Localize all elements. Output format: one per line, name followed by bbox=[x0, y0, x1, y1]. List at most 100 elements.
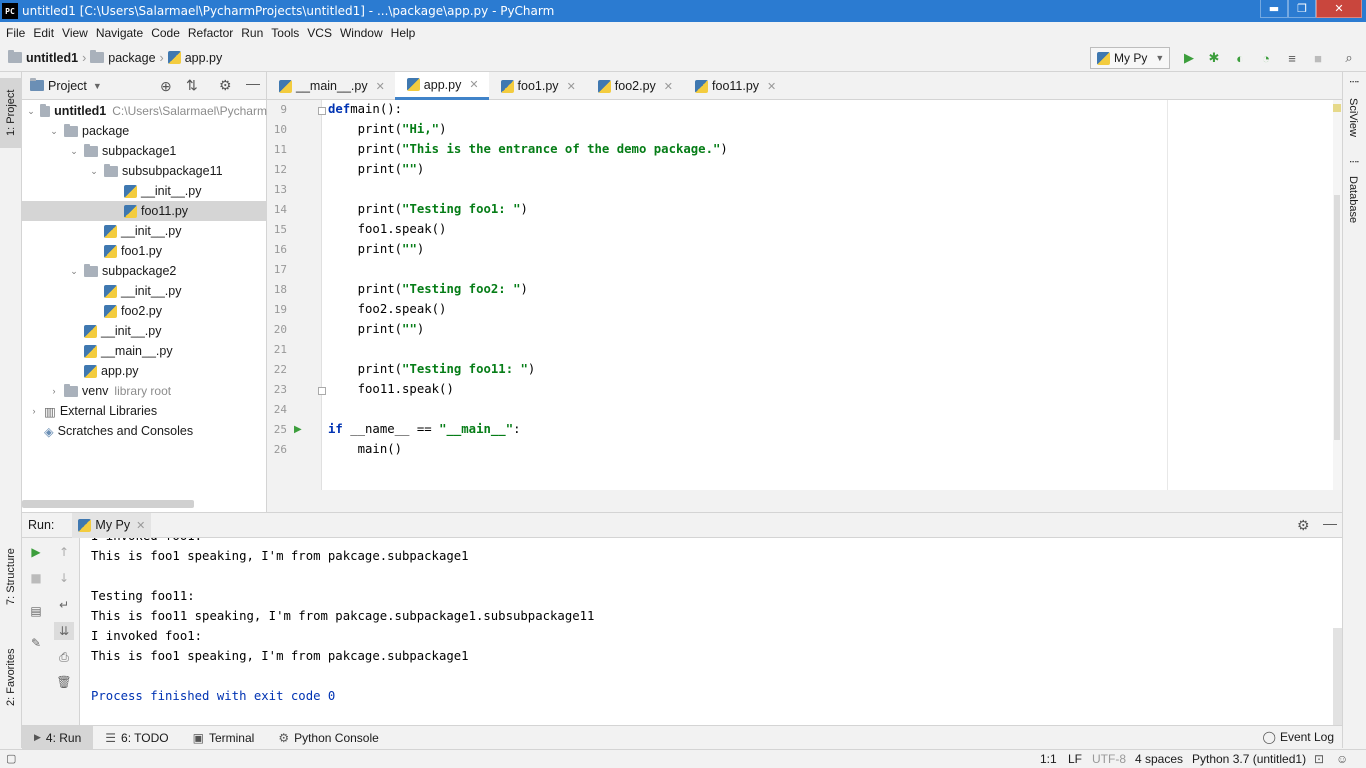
line-separator[interactable]: LF bbox=[1068, 752, 1082, 766]
tree-item[interactable]: __init__.py bbox=[22, 221, 267, 241]
tool-tab-project[interactable]: 1: Project bbox=[0, 78, 22, 148]
tree-item[interactable]: foo2.py bbox=[22, 301, 267, 321]
tool-tab-todo[interactable]: ☰ 6: TODO bbox=[93, 726, 180, 750]
minimize-button[interactable]: ▬ bbox=[1260, 0, 1288, 18]
chevron-down-icon[interactable]: ⌄ bbox=[48, 126, 60, 137]
indent-setting[interactable]: 4 spaces bbox=[1135, 752, 1183, 766]
chevron-down-icon[interactable]: ⌄ bbox=[27, 106, 36, 117]
menu-navigate[interactable]: Navigate bbox=[92, 26, 147, 40]
tool-tab-terminal[interactable]: ▣ Terminal bbox=[181, 726, 267, 750]
soft-wrap-icon[interactable]: ↵ bbox=[56, 597, 72, 613]
console-scrollbar[interactable] bbox=[1333, 628, 1342, 725]
editor-scrollbar[interactable] bbox=[1333, 100, 1342, 490]
trash-icon[interactable]: 🗑 bbox=[56, 674, 72, 690]
tree-item[interactable]: ⌄ subpackage1 bbox=[22, 141, 267, 161]
tool-tab-structure[interactable]: 7: Structure bbox=[0, 537, 22, 617]
event-log-tab[interactable]: ◯ Event Log bbox=[1263, 730, 1334, 744]
close-icon[interactable]: ✕ bbox=[664, 80, 673, 93]
tree-horizontal-scrollbar[interactable] bbox=[22, 500, 194, 508]
tool-tab-python-console[interactable]: ⚙ Python Console bbox=[266, 726, 391, 750]
chevron-right-icon[interactable]: › bbox=[48, 386, 60, 396]
debug-icon[interactable]: ✱ bbox=[1207, 50, 1221, 65]
breadcrumb-package[interactable]: package › bbox=[90, 50, 167, 65]
chevron-down-icon[interactable]: ⌄ bbox=[68, 266, 80, 277]
layout-icon[interactable]: ▤ bbox=[28, 603, 44, 619]
close-icon[interactable]: ✕ bbox=[767, 80, 776, 93]
run-gutter-icon[interactable]: ▶ bbox=[294, 424, 302, 435]
menu-window[interactable]: Window bbox=[336, 26, 387, 40]
chevron-down-icon[interactable]: ⌄ bbox=[88, 166, 100, 177]
close-icon[interactable]: ✕ bbox=[136, 519, 145, 532]
menu-run[interactable]: Run bbox=[237, 26, 267, 40]
chevron-right-icon[interactable]: › bbox=[28, 406, 40, 416]
tool-tab-favorites[interactable]: 2: Favorites bbox=[0, 637, 22, 717]
tree-item[interactable]: foo11.py bbox=[22, 201, 267, 221]
maximize-button[interactable]: ❐ bbox=[1288, 0, 1316, 18]
breadcrumb-project[interactable]: untitled1 › bbox=[8, 50, 90, 65]
scrollbar-thumb[interactable] bbox=[1334, 195, 1340, 440]
tool-tab-database[interactable]: Database bbox=[1347, 176, 1359, 223]
tree-item[interactable]: app.py bbox=[22, 361, 267, 381]
code-editor[interactable]: 9 10 11 12 13 14 15 16 17 18 19 20 21 22 23 24 25 26 ▶ def… bbox=[267, 100, 1342, 490]
close-button[interactable]: ✕ bbox=[1316, 0, 1362, 18]
menu-help[interactable]: Help bbox=[387, 26, 420, 40]
scroll-to-end-icon[interactable]: ⇊ bbox=[54, 622, 74, 640]
close-icon[interactable]: ✕ bbox=[469, 78, 478, 91]
tree-item[interactable]: ⌄ subpackage2 bbox=[22, 261, 267, 281]
print-icon[interactable]: ⎙ bbox=[56, 649, 72, 665]
tree-item[interactable]: __main__.py bbox=[22, 341, 267, 361]
run-config-tab[interactable]: My Py ✕ bbox=[72, 512, 152, 538]
stop-icon[interactable]: ■ bbox=[1311, 51, 1325, 66]
menu-vcs[interactable]: VCS bbox=[303, 26, 336, 40]
chevron-down-icon[interactable]: ▼ bbox=[93, 81, 102, 91]
inspector-icon[interactable]: ☺ bbox=[1336, 752, 1348, 766]
project-panel-title[interactable]: Project bbox=[48, 79, 87, 93]
rerun-icon[interactable]: ▶ bbox=[28, 544, 44, 560]
search-everywhere-icon[interactable]: ⌕ bbox=[1342, 50, 1356, 65]
lock-icon[interactable]: ⊡ bbox=[1314, 752, 1324, 766]
tree-item[interactable]: ⌄ untitled1 C:\Users\Salarmael\Pycharm bbox=[22, 101, 267, 121]
locate-icon[interactable]: ⊕ bbox=[160, 78, 172, 95]
menu-tools[interactable]: Tools bbox=[267, 26, 303, 40]
run-config-select[interactable]: My Py ▼ bbox=[1090, 47, 1170, 69]
concurrency-icon[interactable]: ≡ bbox=[1285, 51, 1299, 66]
close-icon[interactable]: ✕ bbox=[567, 80, 576, 93]
down-arrow-icon[interactable]: ↓ bbox=[56, 570, 72, 586]
profile-icon[interactable]: ◔ bbox=[1259, 51, 1273, 66]
menu-refactor[interactable]: Refactor bbox=[184, 26, 237, 40]
tool-tab-run[interactable]: ▶ 4: Run bbox=[22, 725, 94, 750]
gear-icon[interactable]: ⚙ bbox=[1297, 517, 1310, 534]
fold-icon[interactable] bbox=[318, 387, 326, 395]
tree-item[interactable]: __init__.py bbox=[22, 321, 267, 341]
menu-edit[interactable]: Edit bbox=[29, 26, 58, 40]
tree-item[interactable]: ◈ Scratches and Consoles bbox=[22, 421, 267, 441]
close-icon[interactable]: ✕ bbox=[376, 80, 385, 93]
caret-position[interactable]: 1:1 bbox=[1040, 752, 1057, 766]
stop-icon[interactable]: ■ bbox=[28, 570, 44, 586]
run-console[interactable]: I invoked foo1: This is foo1 speaking, I'… bbox=[80, 538, 1342, 725]
tree-item[interactable]: foo1.py bbox=[22, 241, 267, 261]
menu-view[interactable]: View bbox=[58, 26, 92, 40]
tree-item[interactable]: › ▥ External Libraries bbox=[22, 401, 267, 421]
breadcrumb-file[interactable]: app.py bbox=[167, 51, 222, 65]
tree-item[interactable]: ⌄ package bbox=[22, 121, 267, 141]
gear-icon[interactable]: ⚙ bbox=[219, 77, 232, 94]
pin-icon[interactable]: ✎ bbox=[28, 635, 44, 651]
chevron-down-icon[interactable]: ⌄ bbox=[68, 146, 80, 157]
hide-icon[interactable]: — bbox=[246, 75, 260, 91]
collapse-all-icon[interactable]: ⇅ bbox=[186, 77, 198, 94]
tree-item[interactable]: › venv library root bbox=[22, 381, 267, 401]
menu-code[interactable]: Code bbox=[147, 26, 184, 40]
coverage-icon[interactable]: ◐ bbox=[1233, 51, 1247, 66]
editor-tab[interactable]: foo2.py ✕ bbox=[586, 72, 683, 100]
editor-tab[interactable]: foo1.py ✕ bbox=[489, 72, 586, 100]
interpreter-selector[interactable]: Python 3.7 (untitled1) bbox=[1192, 752, 1306, 766]
tree-item[interactable]: ⌄ subsubpackage11 bbox=[22, 161, 267, 181]
run-icon[interactable]: ▶ bbox=[1182, 50, 1196, 65]
editor-tab[interactable]: foo11.py ✕ bbox=[683, 72, 786, 100]
tool-window-toggle-icon[interactable]: ▢ bbox=[6, 752, 16, 765]
editor-tab[interactable]: __main__.py ✕ bbox=[267, 72, 395, 100]
tree-item[interactable]: __init__.py bbox=[22, 281, 267, 301]
tree-item[interactable]: __init__.py bbox=[22, 181, 267, 201]
editor-tab[interactable]: app.py ✕ bbox=[394, 72, 489, 100]
